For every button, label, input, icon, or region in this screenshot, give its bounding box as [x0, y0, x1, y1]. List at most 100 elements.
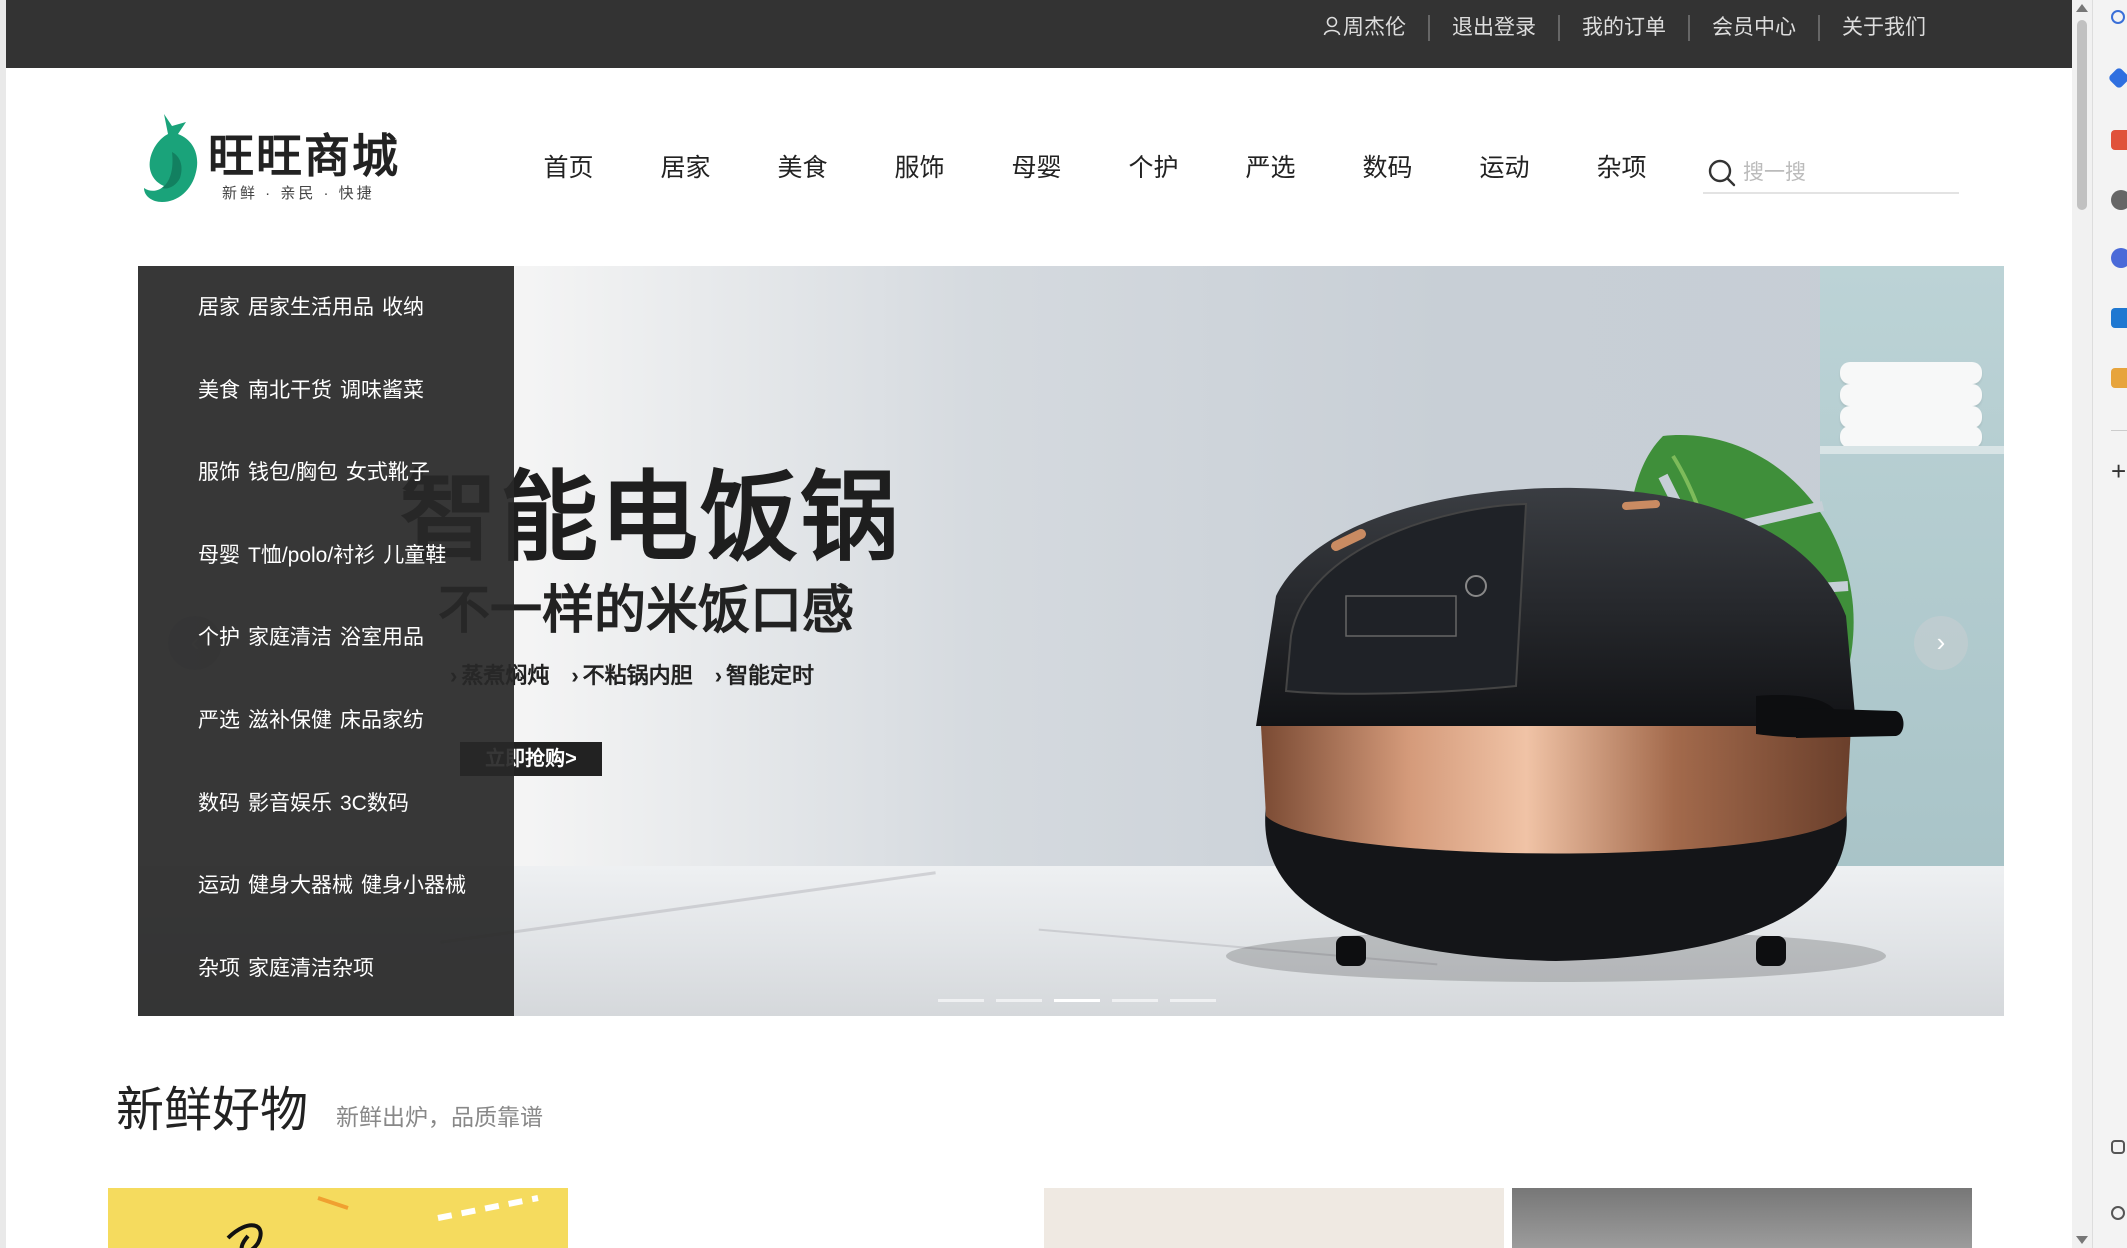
category-item-digital[interactable]: 数码 影音娱乐 3C数码 — [138, 780, 514, 863]
category-item-personal-care[interactable]: 个护 家庭清洁 浴室用品 — [138, 614, 514, 697]
category-item-selected[interactable]: 严选 滋补保健 床品家纺 — [138, 697, 514, 780]
user-icon — [1323, 16, 1341, 36]
carousel-dots — [938, 999, 1216, 1002]
logout-link[interactable]: 退出登录 — [1428, 15, 1558, 41]
category-name: 母婴 — [198, 543, 240, 567]
person-icon[interactable] — [2111, 190, 2127, 210]
nav-item-apparel[interactable]: 服饰 — [861, 148, 978, 184]
category-name: 运动 — [198, 874, 240, 898]
user-link[interactable]: 周杰伦 — [1301, 15, 1428, 41]
category-name: 数码 — [198, 791, 240, 815]
chevron-right-icon[interactable]: › — [1914, 616, 1968, 670]
search-icon[interactable] — [2111, 10, 2125, 24]
carousel-dot[interactable] — [1170, 999, 1216, 1002]
category-sub[interactable]: 健身大器械 — [248, 874, 353, 897]
product-card[interactable] — [576, 1188, 1036, 1248]
shopping-icon[interactable] — [2111, 130, 2127, 150]
add-icon[interactable]: + — [2111, 458, 2126, 484]
section-header: 新鲜好物 新鲜出炉，品质靠谱 — [116, 1070, 543, 1140]
user-name: 周杰伦 — [1343, 16, 1406, 39]
category-item-home[interactable]: 居家 居家生活用品 收纳 — [138, 284, 514, 367]
nav-item-personal-care[interactable]: 个护 — [1095, 148, 1212, 184]
category-sub[interactable]: 床品家纺 — [340, 709, 424, 732]
member-center-link[interactable]: 会员中心 — [1688, 15, 1818, 41]
towel-image — [1840, 362, 1982, 384]
main-nav: 首页 居家 美食 服饰 母婴 个护 严选 数码 运动 杂项 — [510, 68, 1680, 264]
search-icon[interactable] — [1707, 158, 1737, 188]
category-sub[interactable]: 钱包/胸包 — [248, 461, 338, 484]
category-sub[interactable]: 女式靴子 — [346, 461, 430, 484]
category-item-food[interactable]: 美食 南北干货 调味酱菜 — [138, 367, 514, 450]
category-sub[interactable]: 浴室用品 — [340, 626, 424, 649]
feature-item: 智能定时 — [715, 658, 814, 690]
category-name: 美食 — [198, 378, 240, 402]
top-links: 周杰伦 退出登录 我的订单 会员中心 关于我们 — [1301, 0, 1948, 56]
category-menu: 居家 居家生活用品 收纳 美食 南北干货 调味酱菜 服饰 钱包/胸包 女式靴子 母婴 T恤/p… — [138, 266, 514, 1016]
category-sub[interactable]: 收纳 — [382, 296, 424, 319]
search-input[interactable] — [1743, 156, 1953, 190]
nav-item-baby[interactable]: 母婴 — [978, 148, 1095, 184]
top-bar: 周杰伦 退出登录 我的订单 会员中心 关于我们 — [6, 0, 2072, 68]
outlook-icon[interactable] — [2111, 308, 2127, 328]
sidebar-divider — [2111, 430, 2127, 431]
category-name: 居家 — [198, 296, 240, 319]
header: 旺旺商城 新鲜 · 亲民 · 快捷 首页 居家 美食 服饰 母婴 个护 严选 数… — [6, 68, 2072, 264]
screenshot-icon[interactable] — [2111, 1140, 2125, 1154]
category-item-misc[interactable]: 杂项 家庭清洁杂项 — [138, 945, 514, 1028]
category-sub[interactable]: 居家生活用品 — [248, 296, 374, 319]
product-image — [226, 1195, 539, 1248]
category-sub[interactable]: 南北干货 — [248, 379, 332, 402]
category-sub[interactable]: 健身小器械 — [361, 874, 466, 897]
carousel-dot[interactable] — [996, 999, 1042, 1002]
nav-item-selected[interactable]: 严选 — [1212, 148, 1329, 184]
feature-item: 不粘锅内胆 — [571, 658, 693, 690]
settings-icon[interactable] — [2111, 1206, 2125, 1220]
category-sub[interactable]: 儿童鞋 — [383, 544, 446, 567]
my-orders-link[interactable]: 我的订单 — [1558, 15, 1688, 41]
page-scrollbar[interactable] — [2072, 0, 2092, 1248]
page: 周杰伦 退出登录 我的订单 会员中心 关于我们 旺旺商城 新鲜 · 亲民 · 快… — [6, 0, 2072, 1248]
about-us-link[interactable]: 关于我们 — [1818, 15, 1948, 41]
carousel-dot-active[interactable] — [1054, 999, 1100, 1002]
nav-item-home[interactable]: 首页 — [510, 148, 627, 184]
category-sub[interactable]: 影音娱乐 — [248, 792, 332, 815]
logo[interactable]: 旺旺商城 新鲜 · 亲民 · 快捷 — [138, 106, 418, 206]
games-icon[interactable] — [2111, 248, 2127, 268]
category-sub[interactable]: 调味酱菜 — [340, 379, 424, 402]
nav-item-home-living[interactable]: 居家 — [627, 148, 744, 184]
category-item-sports[interactable]: 运动 健身大器械 健身小器械 — [138, 862, 514, 945]
carousel-dot[interactable] — [1112, 999, 1158, 1002]
rice-cooker-image — [1226, 487, 1904, 982]
category-name: 个护 — [198, 626, 240, 650]
nav-item-sports[interactable]: 运动 — [1446, 148, 1563, 184]
section-desc: 新鲜出炉，品质靠谱 — [336, 1104, 544, 1130]
scroll-up-icon[interactable] — [2076, 4, 2088, 12]
scrollbar-thumb[interactable] — [2077, 20, 2087, 210]
category-item-baby[interactable]: 母婴 T恤/polo/衬衫 儿童鞋 — [138, 532, 514, 615]
product-card[interactable] — [1512, 1188, 1972, 1248]
logo-mark-icon — [144, 114, 198, 202]
browser-sidebar: + — [2092, 0, 2127, 1248]
product-card[interactable] — [1044, 1188, 1504, 1248]
category-item-apparel[interactable]: 服饰 钱包/胸包 女式靴子 — [138, 449, 514, 532]
logo-slogan: 新鲜 · 亲民 · 快捷 — [222, 185, 375, 202]
category-sub[interactable]: 家庭清洁杂项 — [248, 957, 374, 980]
send-icon[interactable] — [2111, 368, 2127, 388]
category-sub[interactable]: 家庭清洁 — [248, 626, 332, 649]
category-name: 杂项 — [198, 956, 240, 980]
category-sub[interactable]: T恤/polo/衬衫 — [248, 544, 375, 567]
towel-image — [1840, 384, 1982, 406]
carousel-dot[interactable] — [938, 999, 984, 1002]
copilot-icon[interactable] — [2107, 66, 2127, 90]
category-sub[interactable]: 3C数码 — [340, 792, 409, 815]
category-sub[interactable]: 滋补保健 — [248, 709, 332, 732]
nav-item-food[interactable]: 美食 — [744, 148, 861, 184]
logo-name: 旺旺商城 — [208, 129, 400, 183]
category-name: 服饰 — [198, 461, 240, 485]
scroll-down-icon[interactable] — [2076, 1236, 2088, 1244]
nav-item-misc[interactable]: 杂项 — [1563, 148, 1680, 184]
product-list — [108, 1188, 1972, 1248]
nav-item-digital[interactable]: 数码 — [1329, 148, 1446, 184]
product-card[interactable] — [108, 1188, 568, 1248]
category-name: 严选 — [198, 708, 240, 732]
